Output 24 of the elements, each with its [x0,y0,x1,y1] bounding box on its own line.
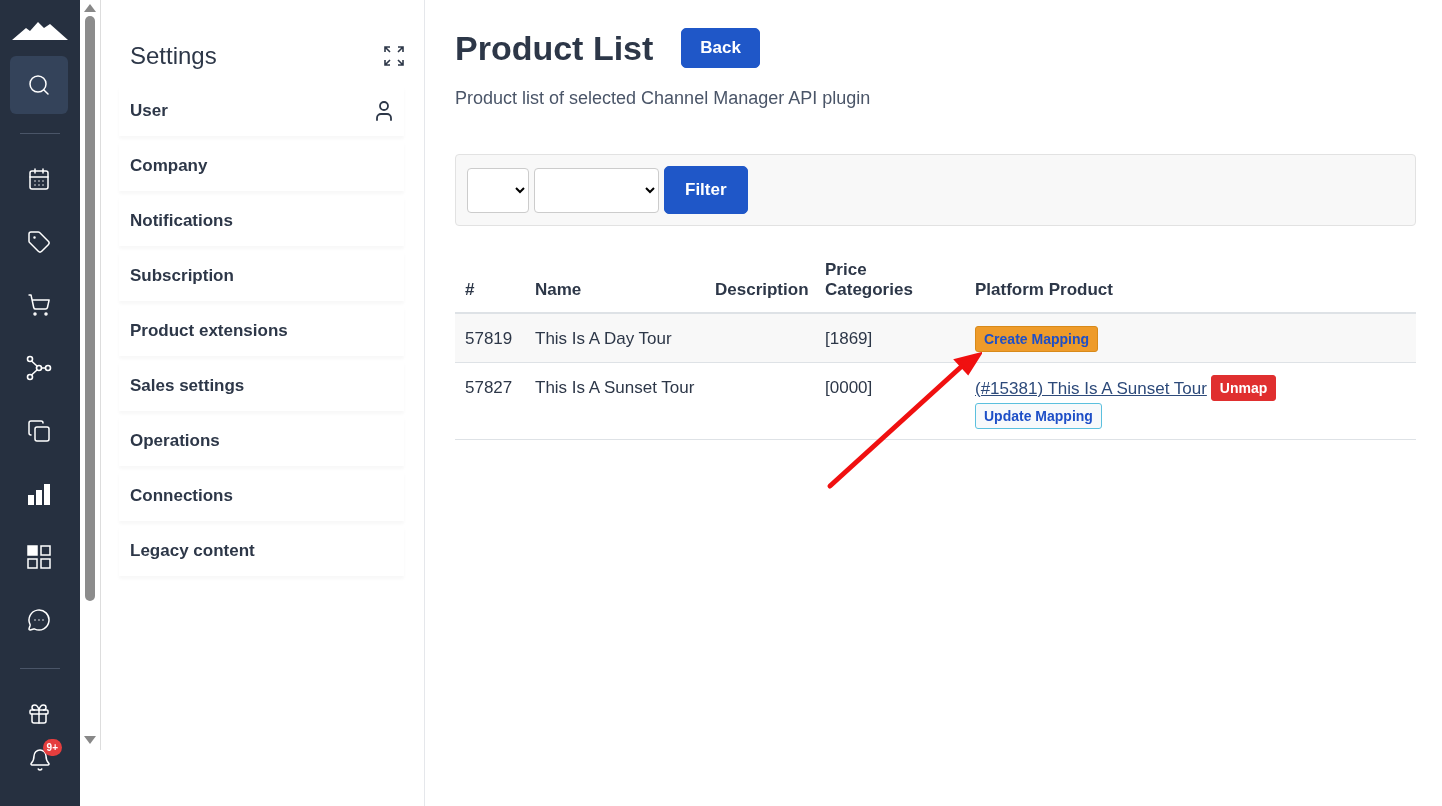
settings-menu-item[interactable]: Company [119,141,404,191]
settings-menu-item[interactable]: User [119,86,404,136]
table-cell: 57827 [465,378,513,397]
table-cell: 57819 [465,329,513,348]
back-button[interactable]: Back [681,28,760,68]
settings-menu-item[interactable]: Legacy content [119,526,404,576]
update-mapping-button[interactable]: Update Mapping [975,403,1102,429]
page-title: Product List [455,28,654,68]
settings-menu-item[interactable]: Notifications [119,196,404,246]
table-cell: This Is A Day Tour [535,329,672,348]
table-cell: This Is A Sunset Tour [535,378,695,397]
page-subtitle: Product list of selected Channel Manager API plugin [455,88,872,109]
filter-button[interactable]: Filter [664,166,748,214]
settings-menu-item[interactable]: Operations [119,416,404,466]
product-link[interactable]: (#15381) This Is A Sunset Tour [975,375,1207,401]
settings-menu-item[interactable]: Product extensions [119,306,404,356]
notification-badge: 9+ [42,739,62,756]
table-cell: [0000] [825,378,873,397]
table-cell: [1869] [825,329,873,348]
settings-menu-item[interactable]: Subscription [119,251,404,301]
settings-title: Settings [130,42,217,70]
settings-menu-item[interactable]: Connections [119,471,404,521]
unmap-button[interactable]: Unmap [1210,375,1277,401]
settings-menu-item[interactable]: Sales settings [119,361,404,411]
